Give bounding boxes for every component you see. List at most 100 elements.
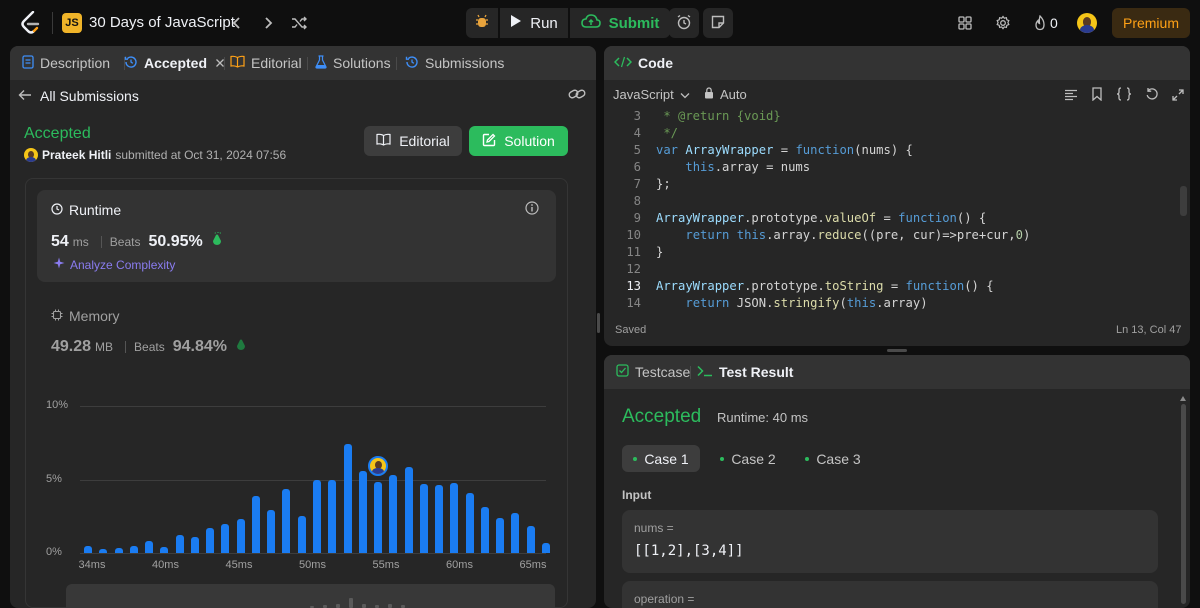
code-line[interactable]: return this.array.reduce((pre, cur)=>pre… (656, 228, 1030, 245)
reset-code-icon[interactable] (1145, 87, 1159, 104)
runtime-bar[interactable] (480, 507, 489, 553)
debugger-button[interactable] (466, 8, 498, 38)
param-name: operation = (634, 592, 695, 606)
line-number: 3 (633, 109, 641, 123)
runtime-bar[interactable] (206, 528, 215, 553)
tab-editorial[interactable]: Editorial (230, 46, 302, 80)
code-line[interactable]: var ArrayWrapper = function(nums) { (656, 143, 913, 160)
runtime-bar[interactable] (419, 483, 428, 553)
next-problem-icon[interactable] (258, 13, 278, 33)
memory-header[interactable]: Memory (51, 308, 120, 324)
format-lines-icon[interactable] (1064, 88, 1078, 104)
runtime-bar[interactable] (114, 547, 123, 553)
all-submissions-link[interactable]: All Submissions (18, 88, 139, 104)
runtime-bar[interactable] (175, 534, 184, 553)
runtime-bar[interactable] (526, 525, 535, 553)
submit-button[interactable]: Submit (570, 8, 670, 38)
code-scrollbar[interactable] (1180, 186, 1187, 216)
premium-button[interactable]: Premium (1112, 8, 1190, 38)
timer-button[interactable] (669, 8, 699, 38)
editorial-button[interactable]: Editorial (364, 126, 462, 156)
runtime-bar[interactable] (160, 547, 169, 553)
info-icon[interactable] (525, 201, 539, 218)
case-tab-1[interactable]: Case 1 (622, 445, 700, 472)
runtime-bar[interactable] (496, 517, 505, 553)
layout-grid-icon[interactable] (955, 13, 975, 33)
user-name[interactable]: Prateek Hitli (42, 148, 111, 162)
runtime-bar[interactable] (374, 481, 383, 553)
tab-accepted[interactable]: Accepted (124, 46, 225, 80)
history-icon (405, 55, 419, 72)
leetcode-logo-icon[interactable] (20, 10, 42, 35)
study-plan-badge: JS (62, 13, 82, 33)
tab-code[interactable]: Code (613, 46, 673, 80)
tab-test-result[interactable]: Test Result (697, 355, 793, 389)
runtime-bar[interactable] (404, 467, 413, 553)
flask-icon (315, 54, 327, 72)
code-line[interactable]: } (656, 245, 663, 262)
tab-testcase[interactable]: Testcase (616, 355, 690, 389)
code-line[interactable]: }; (656, 177, 671, 194)
run-button[interactable]: Run (500, 8, 568, 38)
code-line[interactable]: ArrayWrapper.prototype.toString = functi… (656, 279, 994, 296)
line-number: 7 (633, 177, 641, 191)
y-tick-label: 5% (46, 472, 62, 485)
case-tab-2[interactable]: Case 2 (709, 445, 787, 472)
code-line[interactable]: * @return {void} (656, 109, 780, 126)
code-line[interactable]: return JSON.stringify(this.array) (656, 296, 927, 310)
runtime-bar[interactable] (84, 545, 92, 553)
shuffle-icon[interactable] (289, 13, 309, 33)
runtime-bar[interactable] (221, 524, 230, 553)
vertical-resize-handle[interactable] (597, 313, 600, 333)
code-line[interactable]: */ (656, 126, 678, 143)
runtime-bar[interactable] (267, 510, 276, 553)
runtime-bar[interactable] (358, 470, 367, 553)
user-avatar[interactable] (1077, 13, 1097, 33)
runtime-bar[interactable] (450, 483, 459, 553)
auto-mode-toggle[interactable]: Auto (704, 87, 747, 102)
runtime-bar[interactable] (343, 444, 352, 553)
tab-description[interactable]: Description (22, 46, 110, 80)
runtime-bar[interactable] (99, 548, 108, 553)
runtime-bar[interactable] (435, 484, 444, 553)
case-tab-3[interactable]: Case 3 (794, 445, 872, 472)
curly-braces-icon[interactable] (1116, 87, 1132, 104)
runtime-bar[interactable] (465, 492, 474, 553)
runtime-bar[interactable] (297, 516, 306, 553)
code-line[interactable]: ArrayWrapper.prototype.valueOf = functio… (656, 211, 986, 228)
test-scrollbar[interactable] (1180, 396, 1187, 608)
chart-range-scroller[interactable] (66, 584, 555, 608)
runtime-bar[interactable] (542, 543, 550, 553)
tab-solutions[interactable]: Solutions (315, 46, 391, 80)
runtime-bar[interactable] (251, 495, 260, 553)
study-plan-title[interactable]: 30 Days of JavaScript (89, 14, 235, 31)
runtime-bar[interactable] (282, 489, 291, 553)
prev-problem-icon[interactable] (227, 13, 247, 33)
runtime-bar[interactable] (511, 512, 520, 553)
resize-handle[interactable] (887, 349, 907, 352)
clock-icon (51, 202, 63, 218)
runtime-bar[interactable] (389, 475, 398, 553)
runtime-bar[interactable] (129, 545, 138, 553)
line-number: 14 (626, 296, 641, 310)
share-link-icon[interactable] (568, 87, 586, 104)
runtime-bar[interactable] (328, 480, 337, 553)
notes-button[interactable] (703, 8, 733, 38)
settings-gear-icon[interactable] (993, 13, 1013, 33)
code-line[interactable]: this.array = nums (656, 160, 810, 177)
tab-divider (690, 366, 691, 379)
user-avatar[interactable] (24, 148, 38, 162)
tab-submissions[interactable]: Submissions (405, 46, 504, 80)
code-editor[interactable]: 3 * @return {void} 4 */ 5 var ArrayWrapper … (605, 106, 1189, 310)
expand-icon[interactable] (1172, 88, 1184, 104)
runtime-bar[interactable] (190, 536, 199, 553)
runtime-bar[interactable] (313, 479, 321, 553)
your-runtime-marker[interactable] (368, 455, 389, 476)
runtime-bar[interactable] (236, 519, 245, 553)
streak-flame-icon[interactable] (1030, 13, 1050, 33)
analyze-complexity-link[interactable]: Analyze Complexity (53, 257, 175, 272)
runtime-bar[interactable] (145, 540, 154, 553)
solution-button[interactable]: Solution (469, 126, 568, 156)
language-select[interactable]: JavaScript (613, 87, 690, 102)
bookmark-icon[interactable] (1091, 87, 1103, 104)
